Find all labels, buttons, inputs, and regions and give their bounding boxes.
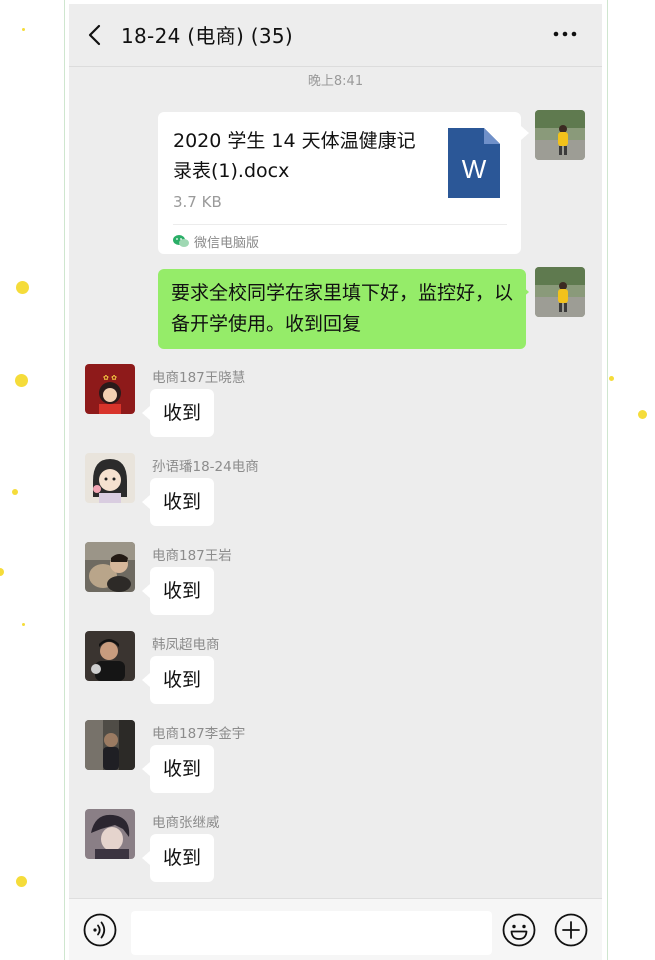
decor-dot <box>22 28 25 31</box>
word-document-icon: W <box>448 128 500 198</box>
bubble-tail <box>142 673 150 687</box>
reply-bubble[interactable]: 收到 <box>150 745 214 793</box>
file-size: 3.7 KB <box>173 193 222 211</box>
plus-icon[interactable] <box>554 913 588 947</box>
sender-name: 韩凤超电商 <box>152 637 220 653</box>
file-source-label: 微信电脑版 <box>194 236 260 251</box>
message-input-bar <box>69 898 602 960</box>
decor-dot <box>638 410 647 419</box>
file-message[interactable]: 2020 学生 14 天体温健康记录表(1).docx 3.7 KB W 微信电… <box>158 112 521 254</box>
chat-window: 18-24 (电商) (35) 晚上8:41 2020 学生 14 天体温健康记… <box>69 4 602 960</box>
back-arrow-icon[interactable] <box>85 24 105 46</box>
sender-avatar[interactable] <box>85 453 135 503</box>
chat-header: 18-24 (电商) (35) <box>69 4 602 67</box>
decor-dot <box>16 281 29 294</box>
sender-avatar[interactable] <box>85 809 135 859</box>
own-message-text: 要求全校同学在家里填下好，监控好，以备开学使用。收到回复 <box>171 282 514 335</box>
word-letter: W <box>462 154 487 184</box>
reply-bubble[interactable]: 收到 <box>150 567 214 615</box>
message-timestamp: 晚上8:41 <box>307 74 364 89</box>
sender-name: 电商张继威 <box>152 815 220 831</box>
bubble-tail <box>521 285 529 299</box>
decor-dot <box>16 876 27 887</box>
emoji-icon[interactable] <box>502 913 536 947</box>
decor-dot <box>12 489 18 495</box>
bubble-tail <box>142 495 150 509</box>
own-message-bubble[interactable]: 要求全校同学在家里填下好，监控好，以备开学使用。收到回复 <box>158 269 526 349</box>
decor-dot <box>15 374 28 387</box>
sender-name: 电商187李金宇 <box>152 726 246 742</box>
own-avatar[interactable] <box>535 110 585 160</box>
wechat-icon <box>173 235 189 247</box>
bubble-tail <box>142 406 150 420</box>
voice-icon[interactable] <box>83 913 117 947</box>
sender-name: 孙语璠18-24电商 <box>152 459 259 475</box>
chat-title: 18-24 (电商) (35) <box>121 24 293 48</box>
bubble-tail <box>142 584 150 598</box>
file-name: 2020 学生 14 天体温健康记录表(1).docx <box>173 130 416 182</box>
reply-bubble[interactable]: 收到 <box>150 656 214 704</box>
sender-avatar[interactable] <box>85 631 135 681</box>
reply-bubble[interactable]: 收到 <box>150 834 214 882</box>
decor-dot <box>22 623 25 626</box>
own-avatar[interactable] <box>535 267 585 317</box>
more-options-icon[interactable] <box>550 24 580 44</box>
decor-dot <box>0 568 4 576</box>
bubble-tail <box>521 126 529 140</box>
svg-text:✿ ✿: ✿ ✿ <box>103 374 117 382</box>
sender-name: 电商187王岩 <box>152 548 232 564</box>
reply-bubble[interactable]: 收到 <box>150 389 214 437</box>
bubble-tail <box>142 851 150 865</box>
sender-avatar[interactable]: ✿ ✿ <box>85 364 135 414</box>
sender-avatar[interactable] <box>85 542 135 592</box>
message-input[interactable] <box>131 911 492 955</box>
decor-dot <box>609 376 614 381</box>
sender-avatar[interactable] <box>85 720 135 770</box>
bubble-tail <box>142 762 150 776</box>
divider <box>173 224 507 225</box>
reply-bubble[interactable]: 收到 <box>150 478 214 526</box>
sender-name: 电商187王晓慧 <box>152 370 246 386</box>
